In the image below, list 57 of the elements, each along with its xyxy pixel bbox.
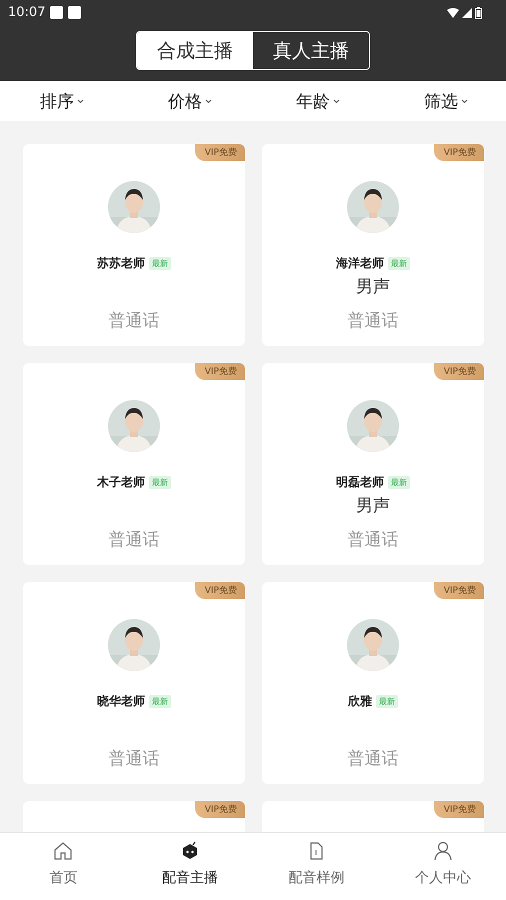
vip-badge: VIP免费 xyxy=(434,144,484,161)
voice-card[interactable]: VIP免费 xyxy=(23,801,245,832)
filter-dropdown[interactable]: 年龄 xyxy=(296,90,340,112)
new-tag: 最新 xyxy=(149,476,171,489)
chevron-down-icon xyxy=(77,98,84,104)
home-icon xyxy=(53,841,74,861)
voice-name: 明磊老师 xyxy=(336,474,384,491)
voice-language: 普通话 xyxy=(348,310,398,332)
voice-card[interactable]: VIP免费 欣雅 最新 普通话 xyxy=(262,582,484,784)
voice-card[interactable]: VIP免费 苏苏老师 最新 普通话 xyxy=(23,144,245,346)
new-tag: 最新 xyxy=(149,695,171,708)
new-tag: 最新 xyxy=(388,257,410,270)
voice-card[interactable]: VIP免费 海洋老师 最新 男声 普通话 xyxy=(262,144,484,346)
voice-card[interactable]: VIP免费 木子老师 最新 普通话 xyxy=(23,363,245,565)
vip-badge: VIP免费 xyxy=(434,363,484,380)
notification-icon xyxy=(50,6,64,19)
voice-name: 海洋老师 xyxy=(336,255,384,272)
chevron-down-icon xyxy=(461,98,468,104)
new-tag: 最新 xyxy=(376,695,398,708)
voice-gender: 男声 xyxy=(356,276,390,298)
new-tag: 最新 xyxy=(388,476,410,489)
chevron-down-icon xyxy=(205,98,212,104)
vip-badge: VIP免费 xyxy=(194,801,245,818)
new-tag: 最新 xyxy=(149,257,171,270)
battery-icon xyxy=(475,6,482,18)
voice-name: 木子老师 xyxy=(97,474,145,491)
voice-language: 普通话 xyxy=(348,529,398,551)
voice-name: 欣雅 xyxy=(348,693,372,710)
voice-language: 普通话 xyxy=(108,310,160,332)
voice-gender: 男声 xyxy=(356,495,390,517)
voice-name: 苏苏老师 xyxy=(97,255,145,272)
voice-language: 普通话 xyxy=(108,748,160,770)
vip-badge: VIP免费 xyxy=(194,363,245,380)
filter-dropdown[interactable]: 价格 xyxy=(168,90,212,112)
voice-language: 普通话 xyxy=(108,529,160,551)
notification-icon xyxy=(68,6,82,19)
voice-card[interactable]: VIP免费 晓华老师 最新 普通话 xyxy=(23,582,245,784)
vip-badge: VIP免费 xyxy=(194,144,245,161)
voice-card[interactable]: VIP免费 xyxy=(262,801,484,832)
signal-icon xyxy=(462,8,472,18)
tab[interactable]: 合成主播 xyxy=(137,32,253,69)
nav-tab[interactable]: 首页 xyxy=(0,833,126,900)
nav-tab[interactable]: 个人中心 xyxy=(380,833,506,900)
chevron-down-icon xyxy=(333,98,340,104)
person-icon xyxy=(432,841,453,861)
nav-tab[interactable]: 配音样例 xyxy=(253,833,380,900)
filter-dropdown[interactable]: 筛选 xyxy=(424,90,468,112)
filter-dropdown[interactable]: 排序 xyxy=(40,90,84,112)
vip-badge: VIP免费 xyxy=(434,582,484,599)
wifi-icon xyxy=(447,8,459,18)
voice-card[interactable]: VIP免费 明磊老师 最新 男声 普通话 xyxy=(262,363,484,565)
vip-badge: VIP免费 xyxy=(194,582,245,599)
voice-name: 晓华老师 xyxy=(97,693,145,710)
vip-badge: VIP免费 xyxy=(434,801,484,818)
status-time: 10:07 xyxy=(8,5,46,20)
nav-tab[interactable]: 配音主播 xyxy=(126,833,253,900)
voice-language: 普通话 xyxy=(348,748,398,770)
